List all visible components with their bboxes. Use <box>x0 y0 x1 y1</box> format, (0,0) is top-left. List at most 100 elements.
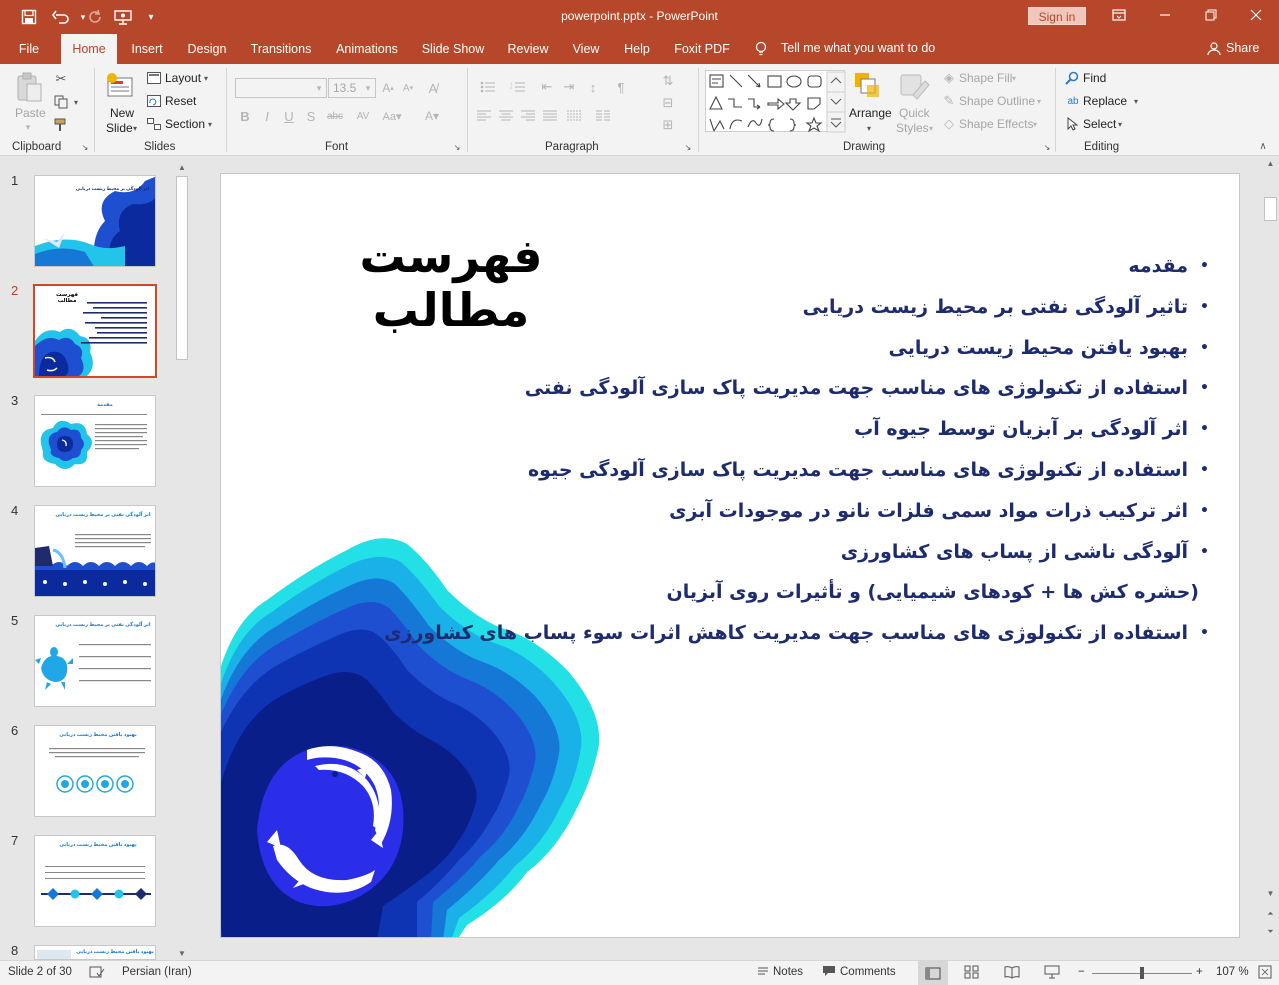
replace-dropdown-icon[interactable]: ▾ <box>1131 95 1141 107</box>
section-icon[interactable] <box>146 116 162 132</box>
zoom-level[interactable]: 107 % <box>1216 966 1249 978</box>
arrange-dropdown-icon[interactable]: ▾ <box>864 122 874 134</box>
zoom-out-button[interactable]: − <box>1078 966 1085 978</box>
comments-icon[interactable] <box>822 965 836 980</box>
language-text[interactable]: Persian (Iran) <box>122 966 192 978</box>
notes-icon[interactable] <box>757 965 769 980</box>
slide-thumbnail-3[interactable]: مقدمه <box>34 395 156 487</box>
scroll-down-arrow-icon[interactable]: ▼ <box>175 947 189 961</box>
tab-transitions[interactable]: Transitions <box>245 34 317 64</box>
bullet-item[interactable]: • استفاده از تکنولوژی های مناسب جهت مدیری… <box>384 613 1209 654</box>
bullet-item[interactable]: • استفاده از تکنولوژی های مناسب جهت مدیری… <box>489 450 1209 491</box>
layout-button[interactable]: Layout <box>165 71 201 85</box>
tab-animations[interactable]: Animations <box>330 34 404 64</box>
zoom-in-button[interactable]: + <box>1196 966 1203 978</box>
collapse-ribbon-icon[interactable]: ∧ <box>1256 140 1270 152</box>
scroll-up-arrow-icon[interactable]: ▲ <box>1264 157 1277 171</box>
bullet-item[interactable]: • اثر آلودگی بر آبزیان توسط جیوه آب <box>489 409 1209 450</box>
new-slide-label-1[interactable]: New <box>110 106 134 120</box>
scroll-up-arrow-icon[interactable]: ▲ <box>175 161 189 175</box>
notes-button[interactable]: Notes <box>773 966 803 978</box>
reset-icon[interactable] <box>146 93 162 109</box>
fit-slide-icon[interactable] <box>1258 965 1272 982</box>
previous-slide-icon[interactable]: ⏶ <box>1264 907 1277 921</box>
spell-check-icon[interactable] <box>89 965 105 982</box>
sign-in-button[interactable]: Sign in <box>1028 7 1086 25</box>
find-button[interactable]: Find <box>1083 71 1106 85</box>
scroll-down-arrow-icon[interactable]: ▼ <box>1264 887 1277 901</box>
tab-help[interactable]: Help <box>617 34 657 64</box>
bullet-item[interactable]: • مقدمه <box>489 246 1209 287</box>
replace-button[interactable]: Replace <box>1083 94 1127 108</box>
shapes-gallery[interactable] <box>705 70 846 133</box>
slide-thumbnail-8[interactable]: بهبود یافتن محیط زیست دریایی <box>34 945 156 960</box>
tell-me-search[interactable]: Tell me what you want to do <box>781 41 935 55</box>
tab-home[interactable]: Home <box>61 34 117 64</box>
cut-icon[interactable]: ✂ <box>52 70 70 88</box>
slide-canvas[interactable]: فهرست مطالب •مقدمه •تاثیر آلودگی نفتی بر … <box>220 173 1240 938</box>
scroll-thumb[interactable] <box>1264 197 1277 221</box>
bullet-item[interactable]: • بهبود یافتن محیط زیست دریایی <box>489 328 1209 369</box>
slide-content-list[interactable]: • مقدمه • تاثیر آلودگی نفتی بر محیط زیست در… <box>384 246 1209 654</box>
normal-view-button[interactable] <box>918 961 948 985</box>
scroll-thumb[interactable] <box>176 176 188 360</box>
share-button[interactable]: Share <box>1226 41 1259 55</box>
slide-thumbnail-2[interactable]: فهرست مطالب <box>33 284 157 378</box>
restore-icon[interactable] <box>1188 0 1234 30</box>
slide-vertical-scrollbar[interactable]: ▲ ▼ ⏶ ⏷ <box>1262 157 1279 960</box>
bullet-item[interactable]: • آلودگی ناشی از پساب های کشاورزی <box>489 532 1209 573</box>
layout-icon[interactable] <box>146 70 162 86</box>
bullet-item[interactable]: • استفاده از تکنولوژی های مناسب جهت مدیری… <box>489 368 1209 409</box>
bullet-item[interactable]: • تاثیر آلودگی نفتی بر محیط زیست دریایی <box>489 287 1209 328</box>
select-dropdown-icon[interactable]: ▾ <box>1116 118 1124 130</box>
slide-thumbnail-5[interactable]: اثر آلودگی نفتی بر محیط زیست دریایی <box>34 615 156 707</box>
tab-review[interactable]: Review <box>502 34 554 64</box>
slide-thumbnail-7[interactable]: بهبود یافتن محیط زیست دریایی <box>34 835 156 927</box>
quick-styles-icon <box>898 70 932 102</box>
slide-thumbnail-6[interactable]: بهبود یافتن محیط زیست دریایی <box>34 725 156 817</box>
layout-dropdown-icon[interactable]: ▾ <box>202 72 210 84</box>
font-name-dropdown-icon[interactable]: ▾ <box>312 80 326 96</box>
next-slide-icon[interactable]: ⏷ <box>1264 925 1277 939</box>
clipboard-launcher-icon[interactable]: ↘ <box>80 142 90 152</box>
arrange-icon[interactable] <box>852 70 884 102</box>
tab-view[interactable]: View <box>566 34 606 64</box>
drawing-launcher-icon[interactable]: ↘ <box>1042 142 1052 152</box>
copy-icon[interactable] <box>52 93 70 111</box>
section-dropdown-icon[interactable]: ▾ <box>206 118 214 130</box>
section-button[interactable]: Section <box>165 117 205 131</box>
paragraph-launcher-icon[interactable]: ↘ <box>683 142 693 152</box>
comments-button[interactable]: Comments <box>840 966 896 978</box>
slide-sorter-view-icon[interactable] <box>964 965 980 982</box>
replace-icon[interactable]: ab <box>1064 93 1082 109</box>
tab-design[interactable]: Design <box>182 34 232 64</box>
thumbnail-number-active: 2 <box>11 283 19 298</box>
bullet-item[interactable]: (حشره کش ها + کودهای شیمیایی) و تأثیرات … <box>489 572 1209 613</box>
slide-show-view-icon[interactable] <box>1044 965 1060 982</box>
font-size-dropdown-icon[interactable]: ▾ <box>361 80 375 96</box>
close-icon[interactable] <box>1233 0 1279 30</box>
new-slide-dropdown-icon[interactable]: ▾ <box>130 122 140 134</box>
new-slide-icon[interactable] <box>104 70 138 102</box>
tab-file[interactable]: File <box>8 34 50 64</box>
reading-view-icon[interactable] <box>1004 965 1020 982</box>
minimize-icon[interactable] <box>1142 0 1188 30</box>
new-slide-label-2[interactable]: Slide <box>106 121 133 135</box>
thumbnail-scrollbar[interactable]: ▲ ▼ <box>175 161 189 961</box>
font-launcher-icon[interactable]: ↘ <box>452 142 462 152</box>
ribbon-display-options-icon[interactable] <box>1096 0 1142 30</box>
tab-insert[interactable]: Insert <box>125 34 169 64</box>
format-painter-icon[interactable] <box>52 116 70 134</box>
slide-thumbnail-1[interactable]: اثر آلودگی بر محیط زیست دریایی <box>34 175 156 267</box>
tab-slide-show[interactable]: Slide Show <box>417 34 489 64</box>
select-icon[interactable] <box>1064 116 1080 132</box>
zoom-slider-thumb[interactable] <box>1140 967 1144 979</box>
arrange-button[interactable]: Arrange <box>849 106 892 120</box>
reset-button[interactable]: Reset <box>165 94 196 108</box>
bullet-item[interactable]: • اثر ترکیب ذرات مواد سمی فلزات نانو در م… <box>489 491 1209 532</box>
copy-dropdown-icon[interactable]: ▾ <box>71 96 81 108</box>
select-button[interactable]: Select <box>1083 117 1116 131</box>
slide-thumbnail-4[interactable]: اثر آلودگی نفتی بر محیط زیست دریایی <box>34 505 156 597</box>
find-icon[interactable] <box>1064 70 1080 86</box>
tab-foxit-pdf[interactable]: Foxit PDF <box>668 34 736 64</box>
